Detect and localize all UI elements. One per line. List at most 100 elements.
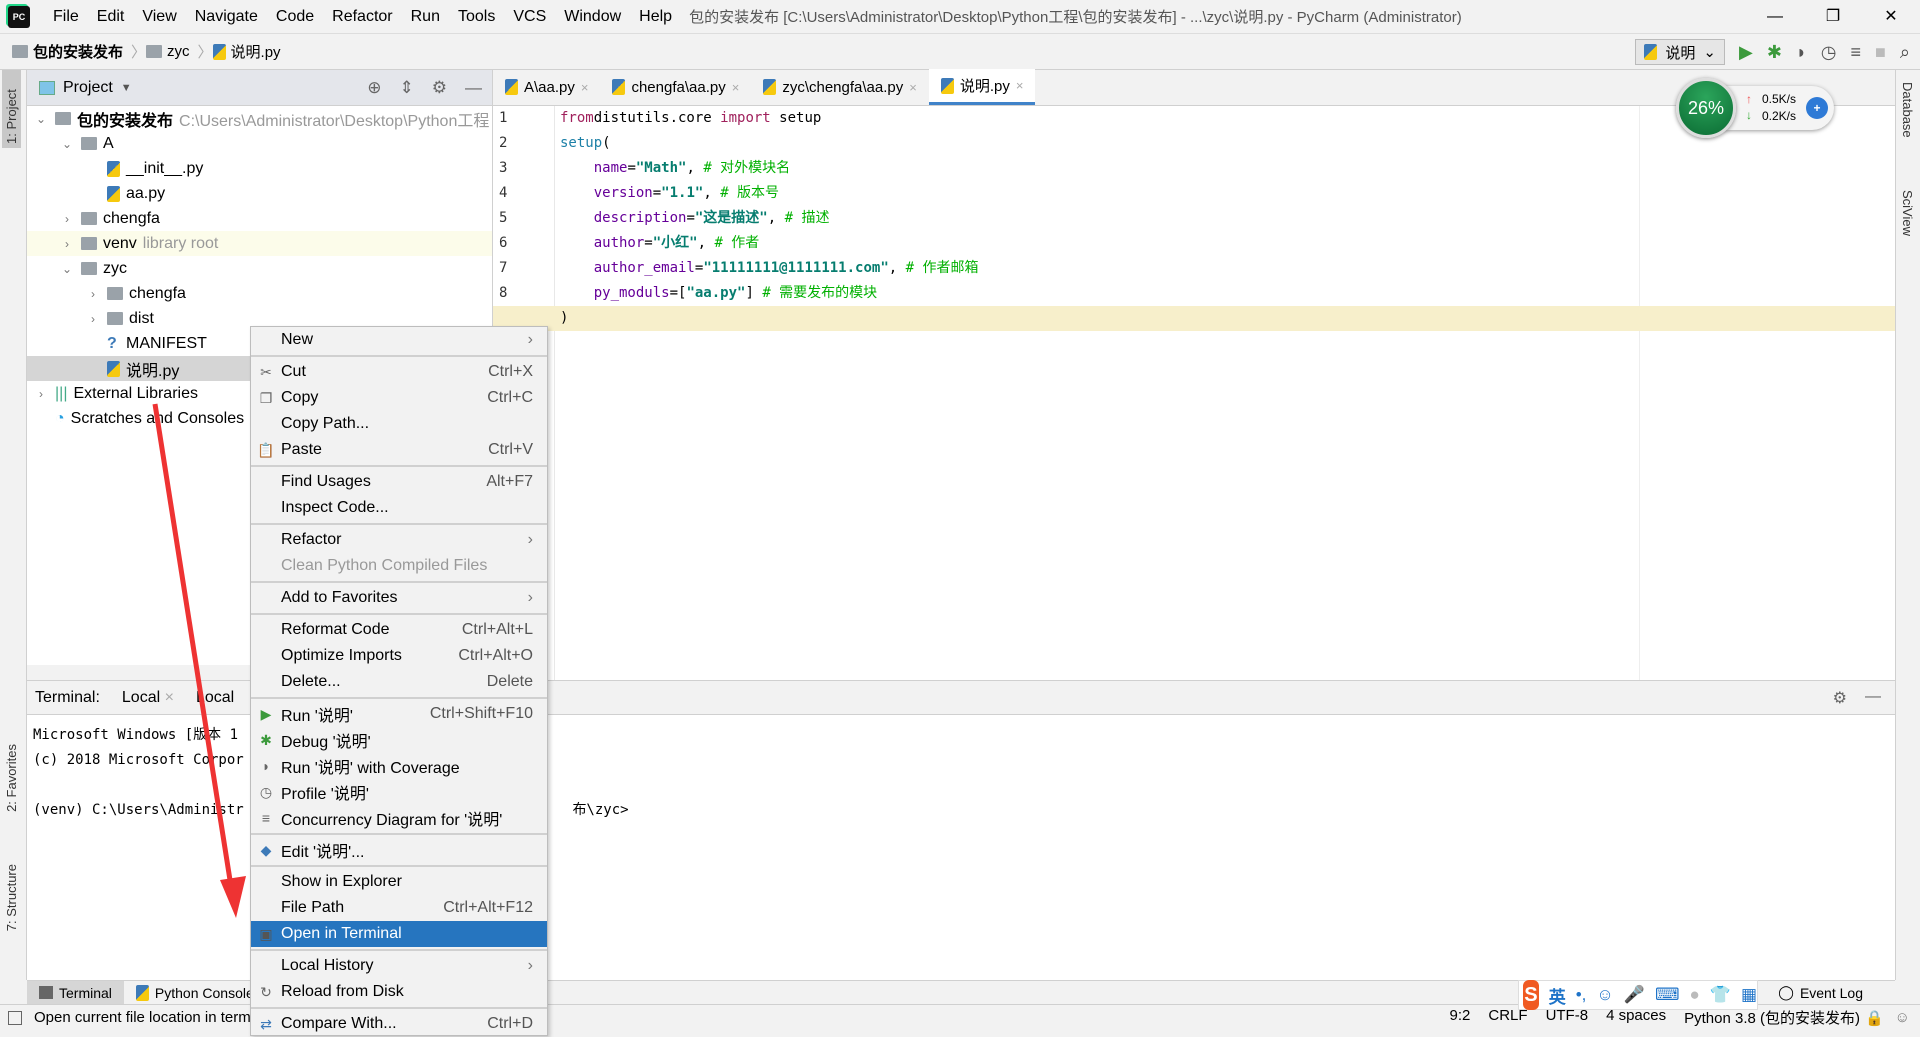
profile-icon[interactable]: ◷ <box>1821 42 1837 63</box>
punctuation-icon[interactable]: •, <box>1576 985 1587 1005</box>
code-line[interactable]: author="小红", # 作者 <box>560 231 1895 256</box>
menu-item-run[interactable]: ▶ Run '说明' Ctrl+Shift+F10 <box>251 701 547 727</box>
restore-button[interactable]: ❐ <box>1804 0 1862 34</box>
chevron-down-icon[interactable]: ⌄ <box>59 137 75 151</box>
event-log-tool-tab[interactable]: ◯ Event Log <box>1766 981 1875 1005</box>
toolbox-icon[interactable]: ▦ <box>1741 985 1757 1005</box>
chevron-right-icon[interactable]: › <box>33 387 49 401</box>
chevron-down-icon[interactable]: ⌄ <box>33 112 49 126</box>
menu-edit[interactable]: Edit <box>88 8 134 26</box>
locate-icon[interactable]: ⊕ <box>367 78 381 98</box>
run-icon[interactable]: ▶ <box>1739 42 1753 63</box>
chevron-right-icon[interactable]: › <box>85 287 101 301</box>
debug-icon[interactable]: ✱ <box>1767 42 1782 63</box>
editor-tab[interactable]: zyc\chengfa\aa.py × <box>751 69 929 105</box>
close-tab-icon[interactable]: × <box>732 80 740 95</box>
menu-item-refactor[interactable]: Refactor › <box>251 527 547 553</box>
editor-tab[interactable]: A\aa.py × <box>493 69 600 105</box>
project-tool-tab[interactable]: 1: Project <box>2 70 21 148</box>
menu-code[interactable]: Code <box>267 8 323 26</box>
menu-item-file-path[interactable]: File Path Ctrl+Alt+F12 <box>251 895 547 921</box>
menu-item-profile[interactable]: ◷ Profile '说明' <box>251 779 547 805</box>
chevron-right-icon[interactable]: › <box>59 212 75 226</box>
sogou-logo-icon[interactable]: S <box>1523 980 1539 1010</box>
menu-item-open-in-terminal[interactable]: ▣ Open in Terminal <box>251 921 547 947</box>
close-tab-icon[interactable]: × <box>909 80 917 95</box>
breadcrumb-project[interactable]: 包的安装发布 <box>12 41 123 62</box>
close-button[interactable]: ✕ <box>1862 0 1920 34</box>
menu-view[interactable]: View <box>133 8 185 26</box>
menu-item-inspect-code[interactable]: Inspect Code... <box>251 495 547 521</box>
tree-item[interactable]: › chengfa <box>27 281 492 306</box>
code-line[interactable]: py_moduls=["aa.py"] # 需要发布的模块 <box>560 281 1895 306</box>
hide-icon[interactable]: — <box>1865 688 1881 708</box>
menu-item-local-history[interactable]: Local History › <box>251 953 547 979</box>
collapse-all-icon[interactable]: ⇕ <box>400 78 414 98</box>
menu-item-add-to-favorites[interactable]: Add to Favorites › <box>251 585 547 611</box>
coverage-icon[interactable]: ◗ <box>1796 42 1807 63</box>
plus-icon[interactable]: + <box>1806 97 1828 119</box>
inspector-icon[interactable]: ☺ <box>1895 1009 1910 1026</box>
editor-tab[interactable]: 说明.py × <box>928 69 1036 105</box>
menu-item-debug[interactable]: ✱ Debug '说明' <box>251 727 547 753</box>
code-line[interactable]: name="Math", # 对外模块名 <box>560 156 1895 181</box>
python-interpreter[interactable]: Python 3.8 (包的安装发布) <box>1684 1007 1860 1028</box>
menu-navigate[interactable]: Navigate <box>186 8 267 26</box>
code-content[interactable]: fromdistutils.core import setup setup( na… <box>493 106 1895 331</box>
tree-item[interactable]: aa.py <box>27 181 492 206</box>
menu-run[interactable]: Run <box>402 8 449 26</box>
chevron-right-icon[interactable]: › <box>59 237 75 251</box>
run-configuration-select[interactable]: 说明 ⌄ <box>1635 39 1725 65</box>
tree-item[interactable]: __init__.py <box>27 156 492 181</box>
tree-item[interactable]: ⌄ zyc <box>27 256 492 281</box>
menu-window[interactable]: Window <box>555 8 630 26</box>
structure-tool-tab[interactable]: 7: Structure <box>2 860 21 935</box>
menu-item-cut[interactable]: ✂ Cut Ctrl+X <box>251 359 547 385</box>
tree-item[interactable]: › venv library root <box>27 231 492 256</box>
concurrency-icon[interactable]: ≡ <box>1851 42 1862 63</box>
hide-icon[interactable]: — <box>465 78 482 98</box>
breadcrumb-zyc[interactable]: zyc <box>146 43 190 60</box>
menu-item-paste[interactable]: 📋 Paste Ctrl+V <box>251 437 547 463</box>
toggle-tool-windows-icon[interactable] <box>8 1010 22 1025</box>
menu-vcs[interactable]: VCS <box>504 8 555 26</box>
project-view-select[interactable]: Project <box>63 79 113 97</box>
menu-refactor[interactable]: Refactor <box>323 8 401 26</box>
user-icon[interactable]: ● <box>1689 985 1699 1005</box>
lock-icon[interactable]: 🔒 <box>1865 1009 1884 1027</box>
code-line[interactable]: version="1.1", # 版本号 <box>560 181 1895 206</box>
terminal-tab-local[interactable]: Local × <box>122 689 174 707</box>
keyboard-icon[interactable]: ⌨ <box>1655 985 1680 1005</box>
tree-item[interactable]: ⌄ A <box>27 131 492 156</box>
menu-item-delete[interactable]: Delete... Delete <box>251 669 547 695</box>
gear-icon[interactable]: ⚙ <box>432 78 447 98</box>
code-editor[interactable]: 123456789 fromdistutils.core import setu… <box>493 106 1895 680</box>
menu-item-optimize-imports[interactable]: Optimize Imports Ctrl+Alt+O <box>251 643 547 669</box>
menu-item-run-with-coverage[interactable]: ◗ Run '说明' with Coverage <box>251 753 547 779</box>
menu-item-find-usages[interactable]: Find Usages Alt+F7 <box>251 469 547 495</box>
indent-setting[interactable]: 4 spaces <box>1606 1007 1666 1028</box>
emoji-icon[interactable]: ☺ <box>1596 985 1613 1005</box>
close-tab-icon[interactable]: × <box>1016 78 1024 93</box>
breadcrumb-file[interactable]: 说明.py <box>212 41 281 62</box>
stop-icon[interactable]: ■ <box>1875 42 1886 63</box>
editor-tab[interactable]: chengfa\aa.py × <box>600 69 751 105</box>
code-line[interactable]: author_email="11111111@1111111.com", # 作… <box>560 256 1895 281</box>
chevron-down-icon[interactable]: ⌄ <box>59 262 75 276</box>
ime-mode[interactable]: 英 <box>1549 983 1566 1008</box>
microphone-icon[interactable]: 🎤 <box>1624 985 1645 1005</box>
terminal-tab-local-2[interactable]: Local <box>196 689 234 707</box>
menu-item-reformat-code[interactable]: Reformat Code Ctrl+Alt+L <box>251 617 547 643</box>
tree-item[interactable]: › chengfa <box>27 206 492 231</box>
database-tool-tab[interactable]: Database <box>1900 82 1915 138</box>
menu-tools[interactable]: Tools <box>449 8 504 26</box>
minimize-button[interactable]: — <box>1746 0 1804 34</box>
python-console-tool-tab[interactable]: Python Console <box>124 981 266 1005</box>
chevron-right-icon[interactable]: › <box>85 312 101 326</box>
file-encoding[interactable]: UTF-8 <box>1546 1007 1589 1028</box>
terminal-tool-tab[interactable]: Terminal <box>27 980 124 1005</box>
menu-item-copy[interactable]: ❐ Copy Ctrl+C <box>251 385 547 411</box>
menu-item-new[interactable]: New › <box>251 327 547 353</box>
caret-position[interactable]: 9:2 <box>1450 1007 1471 1028</box>
gear-icon[interactable]: ⚙ <box>1833 688 1847 708</box>
